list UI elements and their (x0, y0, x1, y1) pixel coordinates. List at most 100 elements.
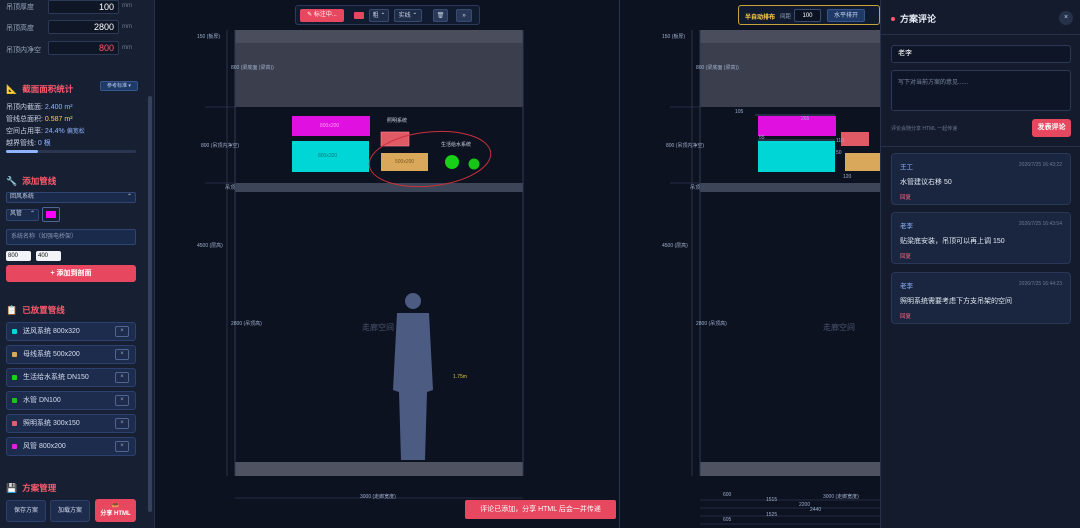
add-to-section-button[interactable]: + 添加到剖面 (6, 265, 136, 282)
spacing-input[interactable]: 100 (794, 9, 821, 22)
separator (881, 146, 1080, 147)
trash-icon[interactable]: 🗑 (433, 9, 448, 22)
reply-link[interactable]: 回复 (900, 312, 911, 320)
r-dim-ceiling-space: 800 (吊顶内净空) (666, 143, 705, 149)
stroke-color-swatch[interactable] (354, 12, 364, 19)
ceiling-clearance-label: 吊顶内净空 (6, 47, 41, 54)
section-canvas[interactable]: 150 (板厚) 800 (梁底面 (梁高)) 800 (吊顶内净空) 吊顶 4… (155, 0, 880, 528)
person-body (393, 313, 433, 460)
pipe-color-swatch (12, 398, 17, 403)
dim-corridor-width: 3000 (走廊宽度) (360, 494, 396, 500)
submit-comment-button[interactable]: 发表评论 (1032, 119, 1071, 137)
pipe-color-swatch (12, 329, 17, 334)
share-icon: 📤 (111, 502, 120, 508)
water-pipe-150 (445, 155, 459, 169)
comment-content: 照明系统需要考虑下方支吊架的空间 (900, 298, 1012, 305)
annotate-mode-button[interactable]: ✎ 标注中... (300, 9, 344, 22)
comment-time: 2026/7/25 16:43:54 (1018, 221, 1062, 227)
chevron-down-icon: ⌃ (29, 211, 35, 217)
placed-pipe-item[interactable]: 水管 DN100 × (6, 391, 136, 410)
remove-pipe-button[interactable]: × (115, 372, 129, 383)
corridor-label: 走廊空间 (362, 323, 394, 332)
placed-pipe-item[interactable]: 生活给水系统 DN150 × (6, 368, 136, 387)
ceiling-thickness-unit: mm (122, 3, 132, 9)
placed-pipe-item[interactable]: 送风系统 800x320 × (6, 322, 136, 341)
ceiling-height-label: 吊顶高度 (6, 25, 34, 32)
water-pipe-100 (468, 158, 480, 170)
comment-time: 2026/7/25 16:44:23 (1018, 281, 1062, 287)
stroke-width-select[interactable]: 粗 ⌃ (369, 9, 389, 22)
pipe-height-input[interactable]: 400 (36, 251, 61, 261)
usage-progress-fill (6, 150, 38, 153)
pipe-color-swatch (12, 444, 17, 449)
section-stats-title: 📐 截面面积统计 (6, 83, 74, 95)
dim-beam: 800 (梁底面 (梁高)) (231, 65, 274, 71)
ruler-icon: 📐 (6, 83, 18, 94)
pipe-color-swatch (12, 375, 17, 380)
horizontal-layout-button[interactable]: 水平排开 (827, 9, 865, 22)
usage-stat: 空间占用率: 24.4% 偏宽松 (6, 128, 85, 135)
supply-duct-label: 800x320 (318, 153, 338, 159)
placed-pipe-item[interactable]: 风管 800x200 × (6, 437, 136, 456)
share-html-button[interactable]: 📤 分享 HTML (95, 499, 136, 522)
comments-panel: 方案评论 × 老李 写下对当前方案的意见...... 评论会随分享 HTML 一… (880, 0, 1080, 528)
remove-pipe-button[interactable]: × (115, 326, 129, 337)
system-name-input[interactable]: 系统名称（如强电桥架） (6, 229, 136, 245)
ceiling-clearance-unit: mm (122, 45, 132, 51)
remove-pipe-button[interactable]: × (115, 418, 129, 429)
auto-layout-label: 半自动排布 (745, 15, 776, 21)
reply-link[interactable]: 回复 (900, 252, 911, 260)
dim-ceiling-mark: 吊顶 (225, 185, 236, 191)
system-select[interactable]: 回风系统 ⌃ (6, 192, 136, 203)
comment-hint: 评论会随分享 HTML 一起传递 (891, 126, 958, 132)
color-picker[interactable] (42, 207, 60, 222)
ceiling-clearance-input[interactable]: 800 (48, 41, 119, 55)
remove-pipe-button[interactable]: × (115, 441, 129, 452)
remove-pipe-button[interactable]: × (115, 395, 129, 406)
r-corridor-label: 走廊空间 (823, 323, 855, 332)
color-swatch (46, 211, 56, 218)
placed-pipe-item[interactable]: 照明系统 300x150 × (6, 414, 136, 433)
placed-pipes-title: 📋 已放置管线 (6, 304, 65, 316)
commenter-name-input[interactable]: 老李 (891, 45, 1071, 63)
r-dim-slab: 150 (板厚) (662, 34, 686, 40)
separator (881, 34, 1080, 35)
r-dim-50: 50 (836, 150, 842, 156)
r-dim-265: 265 (801, 116, 810, 122)
comment-card: 老李 2026/7/25 16:44:23 照明系统需要考虑下方支吊架的空间 回复 (891, 272, 1071, 324)
left-section-view (205, 30, 524, 499)
r-dim-600: 600 (723, 492, 732, 498)
pipe-area-stat: 管线总面积: 0.587 m² (6, 116, 73, 123)
duct-purple-label: 800x200 (320, 123, 340, 129)
lighting-label: 照明系统 (387, 118, 408, 124)
reference-standard-button[interactable]: 参考标准 ▾ (100, 81, 138, 91)
placed-pipe-item[interactable]: 母线系统 500x200 × (6, 345, 136, 364)
r-dim-ceiling-mark: 吊顶 (690, 185, 701, 191)
left-scrollbar[interactable] (148, 96, 152, 512)
r-dim-1515: 1515 (766, 497, 778, 503)
line-style-select[interactable]: 实线 ⌃ (394, 9, 422, 22)
person-height-label: 1.75m (453, 374, 467, 380)
r-dim-2200: 2200 (799, 502, 811, 508)
wrench-icon: 🔧 (6, 175, 18, 186)
r-dim-605: 605 (723, 517, 732, 523)
chevron-down-icon: ⌃ (126, 194, 132, 200)
ceiling-height-input[interactable]: 2800 (48, 20, 119, 34)
pipe-width-input[interactable]: 800 (6, 251, 31, 261)
collapse-toolbar-button[interactable]: » (456, 9, 472, 22)
comment-textarea[interactable]: 写下对当前方案的意见...... (891, 70, 1071, 111)
comment-card: 老李 2026/7/25 16:43:54 贴梁底安装，吊顶可以再上调 150 回复 (891, 212, 1071, 264)
save-plan-button[interactable]: 保存方案 (6, 500, 46, 522)
ceiling-thickness-input[interactable]: 100 (48, 0, 119, 14)
close-icon[interactable]: × (1059, 11, 1073, 25)
toast-message: 评论已添加，分享 HTML 后会一并传递 (465, 500, 616, 519)
floor-rect (235, 462, 523, 476)
auto-layout-toolbar: 半自动排布 间距 100 水平排开 (738, 5, 880, 25)
comment-content: 贴梁底安装，吊顶可以再上调 150 (900, 238, 1005, 245)
pipe-type-select[interactable]: 风管 ⌃ (6, 209, 39, 221)
reply-link[interactable]: 回复 (900, 193, 911, 201)
r-dim-55: 55 (759, 135, 765, 141)
remove-pipe-button[interactable]: × (115, 349, 129, 360)
load-plan-button[interactable]: 加载方案 (50, 500, 90, 522)
save-icon: 💾 (6, 482, 18, 493)
